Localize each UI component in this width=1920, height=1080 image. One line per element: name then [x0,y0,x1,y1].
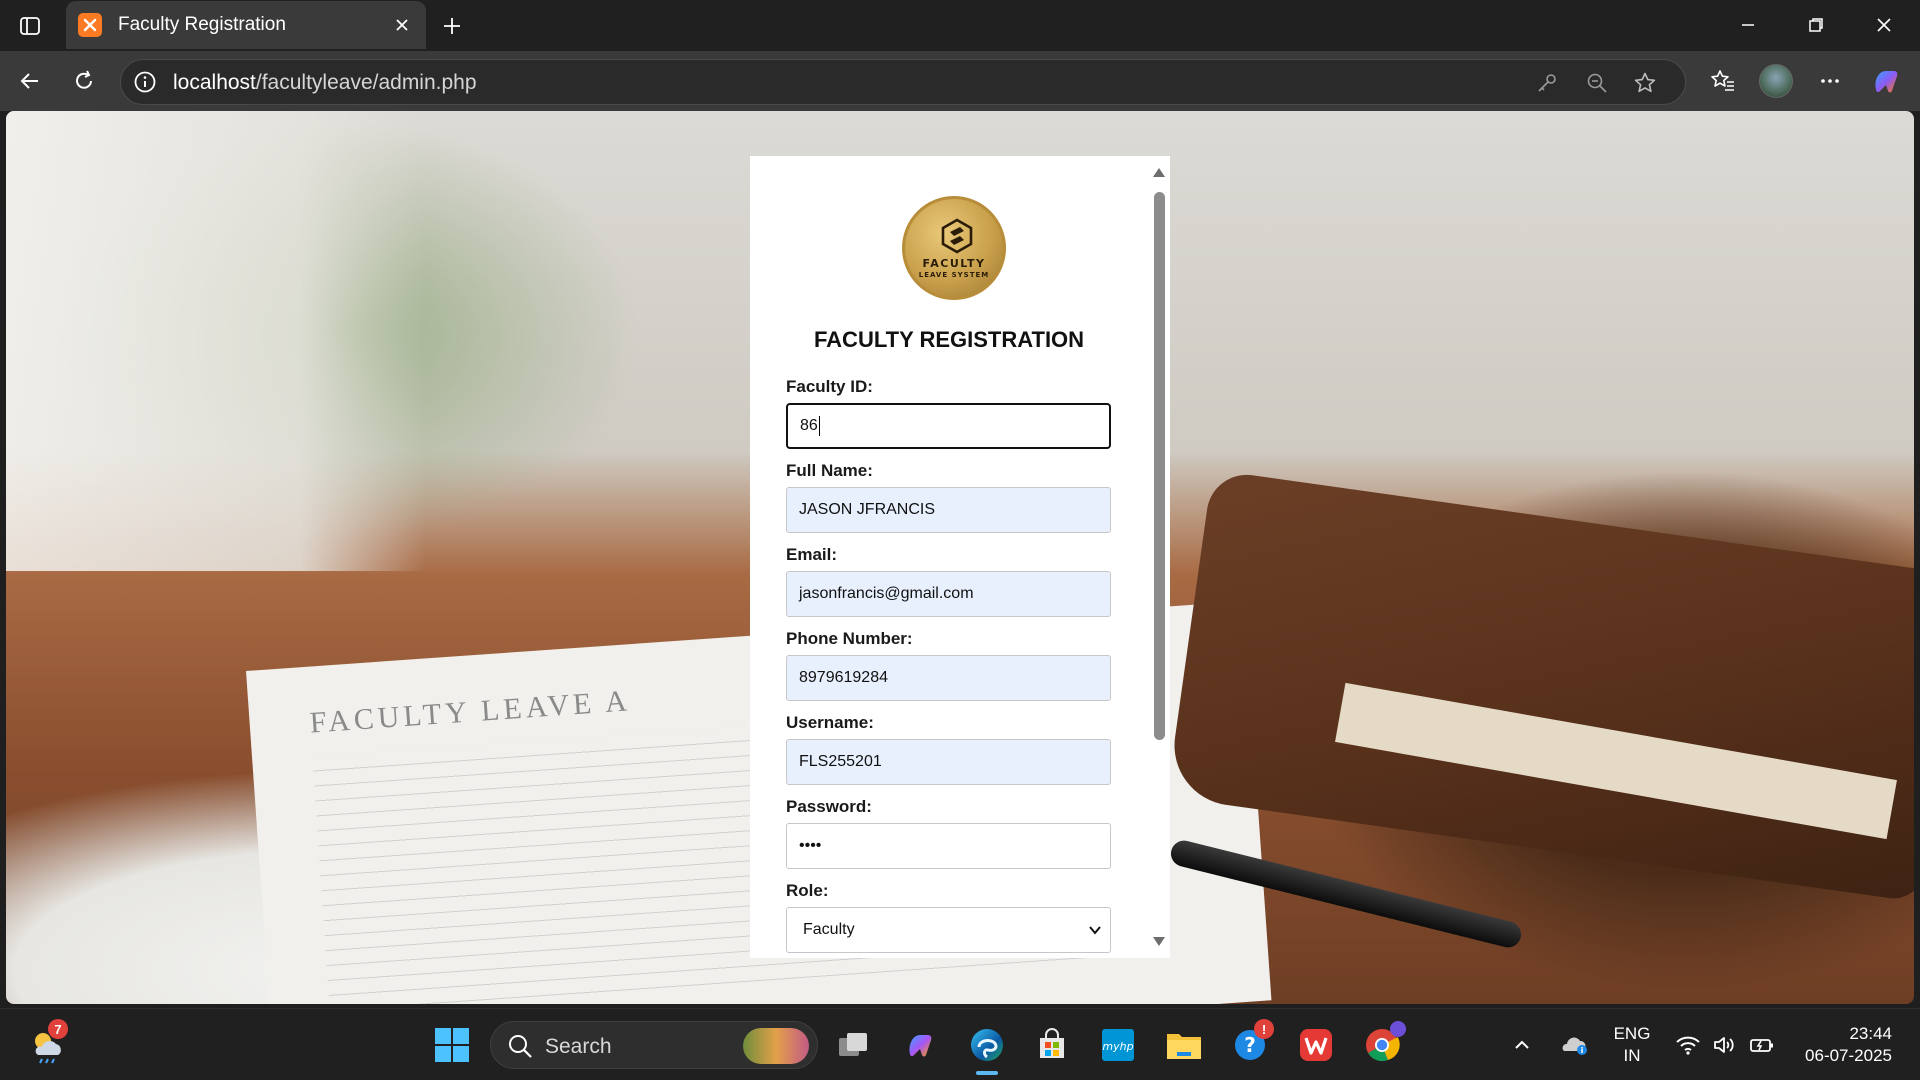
username-input[interactable]: FLS255201 [786,739,1111,785]
background-window-light [6,111,426,571]
url-text: localhost/facultyleave/admin.php [173,71,477,94]
onedrive-icon[interactable]: i [1552,1021,1596,1069]
role-label: Role: [786,881,829,900]
background-notebook [1166,469,1914,903]
windows-start-icon[interactable] [428,1021,476,1069]
svg-text:i: i [1581,1046,1584,1055]
volume-icon[interactable] [1704,1021,1744,1069]
form-title: FACULTY REGISTRATION [813,327,1085,352]
show-hidden-icons-chevron-icon[interactable] [1502,1021,1542,1069]
faculty-id-label: Faculty ID: [786,377,873,396]
password-label: Password: [786,797,872,816]
email-value: jasonfrancis@gmail.com [799,585,974,602]
search-icon [509,1035,532,1058]
logo-mark-icon [941,218,973,254]
logo-text-leave-system: LEAVE SYSTEM [918,271,990,279]
password-input[interactable]: •••• [786,823,1111,869]
help-badge: ! [1254,1019,1274,1039]
email-input[interactable]: jasonfrancis@gmail.com [786,571,1111,617]
language-indicator[interactable]: ENG IN [1604,1023,1660,1067]
username-value: FLS255201 [799,753,882,770]
clock-date: 06-07-2025 [1805,1046,1892,1065]
site-info-icon[interactable] [133,70,157,94]
search-label: Search [545,1035,612,1058]
scroll-up-arrow-icon[interactable] [1153,168,1165,177]
panel-scrollbar[interactable] [1148,156,1170,958]
phone-value: 8979619284 [799,669,888,686]
myhp-app-icon[interactable]: myhp [1094,1021,1142,1069]
faculty-id-input[interactable]: 86 [786,403,1111,449]
more-options-icon[interactable] [1810,61,1850,101]
address-bar[interactable]: localhost/facultyleave/admin.php [120,59,1686,105]
edge-browser-icon[interactable] [963,1021,1011,1069]
svg-text:?: ? [1244,1033,1256,1057]
file-explorer-icon[interactable] [1160,1021,1208,1069]
back-icon[interactable] [10,61,50,101]
registration-panel: FACULTY LEAVE SYSTEM FACULTY REGISTRATIO… [750,156,1170,958]
region-code: IN [1623,1046,1641,1065]
full-name-value: JASON JFRANCIS [799,501,936,518]
text-caret [818,416,820,436]
role-select[interactable]: Faculty [786,907,1111,953]
profile-avatar[interactable] [1756,61,1796,101]
background-paper-heading: FACULTY LEAVE A [308,684,632,740]
copilot-app-icon[interactable] [896,1021,944,1069]
weather-badge: 7 [48,1019,68,1039]
phone-input[interactable]: 8979619284 [786,655,1111,701]
taskbar-search-box[interactable]: Search [490,1021,818,1069]
chrome-profile-badge [1390,1021,1406,1037]
role-value: Faculty [803,921,855,938]
close-window-icon[interactable] [1850,0,1918,50]
wps-office-icon[interactable] [1292,1021,1340,1069]
clock[interactable]: 23:44 06-07-2025 [1790,1023,1906,1067]
active-app-indicator [976,1071,998,1075]
scroll-down-arrow-icon[interactable] [1153,937,1165,946]
chevron-down-icon [1089,926,1101,935]
browser-titlebar: Faculty Registration [0,0,1920,51]
copilot-icon[interactable] [1866,61,1906,101]
password-value: •••• [799,837,822,854]
faculty-leave-logo: FACULTY LEAVE SYSTEM [902,196,1006,300]
refresh-icon[interactable] [64,61,104,101]
full-name-label: Full Name: [786,461,873,480]
windows-taskbar: 7 Search myhp ? ! i ENG IN 23:44 06-07-2… [0,1008,1920,1080]
language-code: ENG [1613,1024,1651,1043]
scrollbar-thumb[interactable] [1154,192,1165,740]
favorite-star-icon[interactable] [1631,69,1659,97]
favorites-icon[interactable] [1703,61,1743,101]
restore-icon[interactable] [1782,0,1850,50]
logo-text-faculty: FACULTY [922,257,986,270]
help-app-icon[interactable]: ? ! [1226,1019,1274,1069]
xampp-favicon-icon [78,13,102,37]
sidebar-toggle-icon[interactable] [14,10,46,42]
new-tab-icon[interactable] [434,8,470,44]
task-view-icon[interactable] [830,1021,878,1069]
tab-faculty-registration[interactable]: Faculty Registration [66,1,426,49]
email-label: Email: [786,545,838,564]
chrome-browser-icon[interactable] [1358,1021,1406,1069]
search-highlight-image [743,1028,809,1064]
microsoft-store-icon[interactable] [1028,1021,1076,1069]
username-label: Username: [786,713,874,732]
faculty-id-value: 86 [800,417,818,434]
full-name-input[interactable]: JASON JFRANCIS [786,487,1111,533]
clock-time: 23:44 [1849,1024,1892,1043]
key-icon[interactable] [1533,69,1561,97]
tab-title: Faculty Registration [118,14,286,35]
svg-text:myhp: myhp [1102,1040,1133,1053]
zoom-out-icon[interactable] [1583,69,1611,97]
tab-close-icon[interactable] [388,11,416,39]
phone-label: Phone Number: [786,629,913,648]
weather-widget-icon[interactable]: 7 [24,1019,72,1069]
browser-toolbar: localhost/facultyleave/admin.php [0,51,1920,111]
battery-icon[interactable] [1742,1021,1782,1069]
minimize-icon[interactable] [1714,0,1782,50]
